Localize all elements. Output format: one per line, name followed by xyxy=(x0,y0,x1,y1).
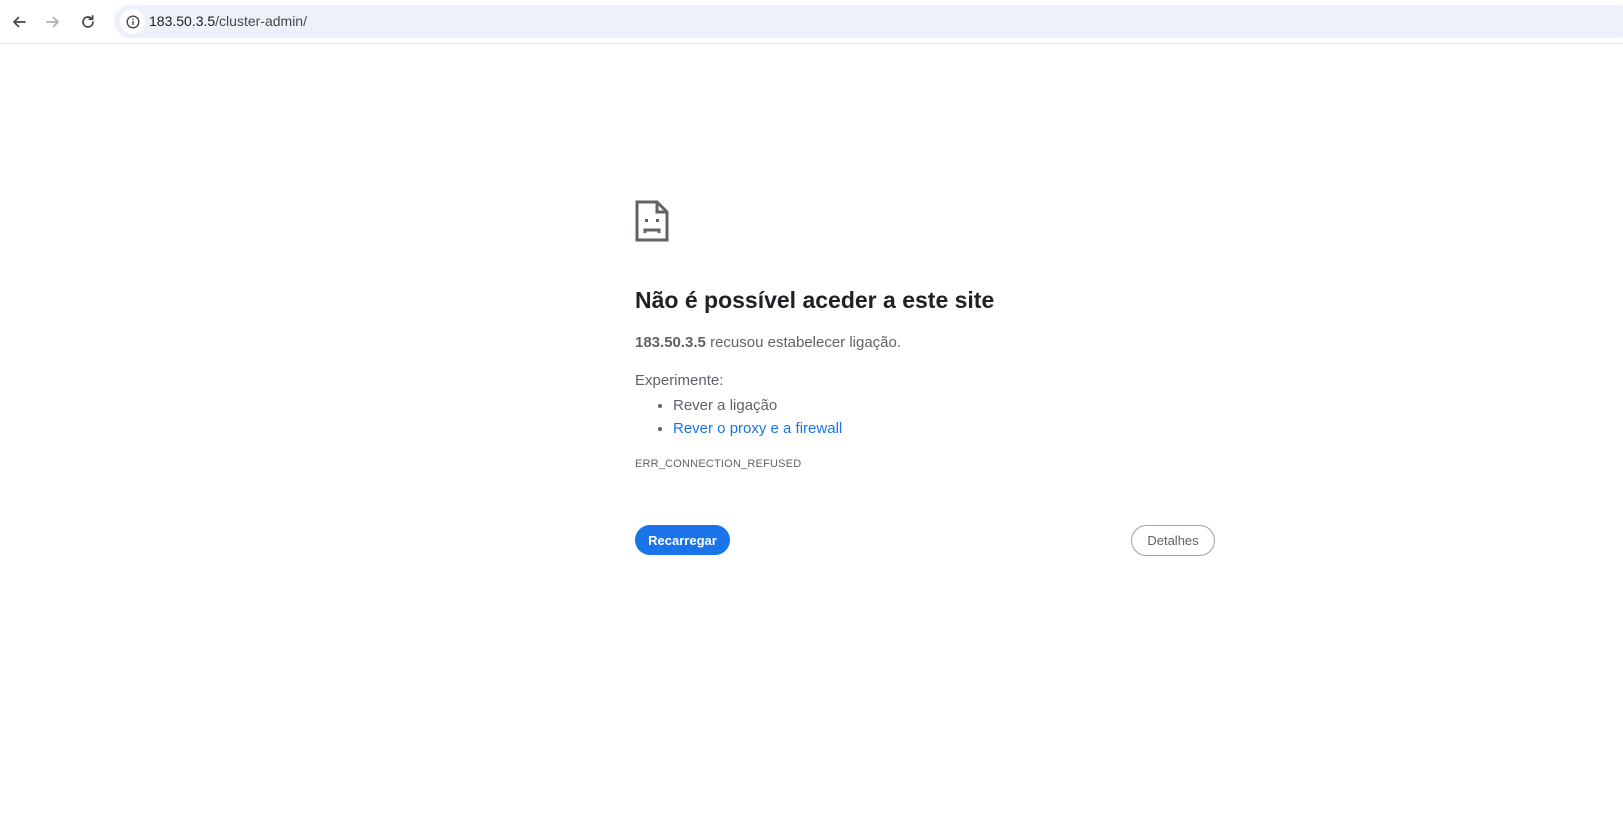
page-title: Não é possível aceder a este site xyxy=(635,287,995,313)
details-button[interactable]: Detalhes xyxy=(1131,525,1215,556)
error-description: 183.50.3.5 recusou estabelecer ligação. xyxy=(635,334,901,351)
url-host: 183.50.3.5 xyxy=(149,13,216,29)
sad-page-icon xyxy=(635,200,669,242)
back-button[interactable] xyxy=(6,9,32,35)
forward-button[interactable] xyxy=(40,9,66,35)
error-code: ERR_CONNECTION_REFUSED xyxy=(635,458,802,470)
reload-page-button[interactable] xyxy=(75,9,101,35)
url-path: /cluster-admin/ xyxy=(215,13,307,29)
address-bar[interactable]: 183.50.3.5/cluster-admin/ xyxy=(114,5,1623,38)
suggestions-label: Experimente: xyxy=(635,372,724,389)
url-text[interactable]: 183.50.3.5/cluster-admin/ xyxy=(149,13,307,29)
arrow-right-icon xyxy=(46,16,59,28)
suggestions-list: Rever a ligação Rever o proxy e a firewa… xyxy=(635,394,842,440)
site-info-button[interactable] xyxy=(120,9,145,34)
browser-toolbar: 183.50.3.5/cluster-admin/ xyxy=(0,0,1623,44)
error-host: 183.50.3.5 xyxy=(635,334,706,351)
reload-button[interactable]: Recarregar xyxy=(635,525,730,555)
arrow-left-icon xyxy=(13,16,26,28)
info-icon xyxy=(125,14,140,29)
list-item: Rever a ligação xyxy=(673,394,842,417)
list-item: Rever o proxy e a firewall xyxy=(673,417,842,440)
reload-icon xyxy=(82,14,94,28)
error-message: recusou estabelecer ligação. xyxy=(705,334,902,351)
suggestion-check-proxy-link[interactable]: Rever o proxy e a firewall xyxy=(673,420,842,437)
suggestion-check-connection: Rever a ligação xyxy=(673,397,778,414)
